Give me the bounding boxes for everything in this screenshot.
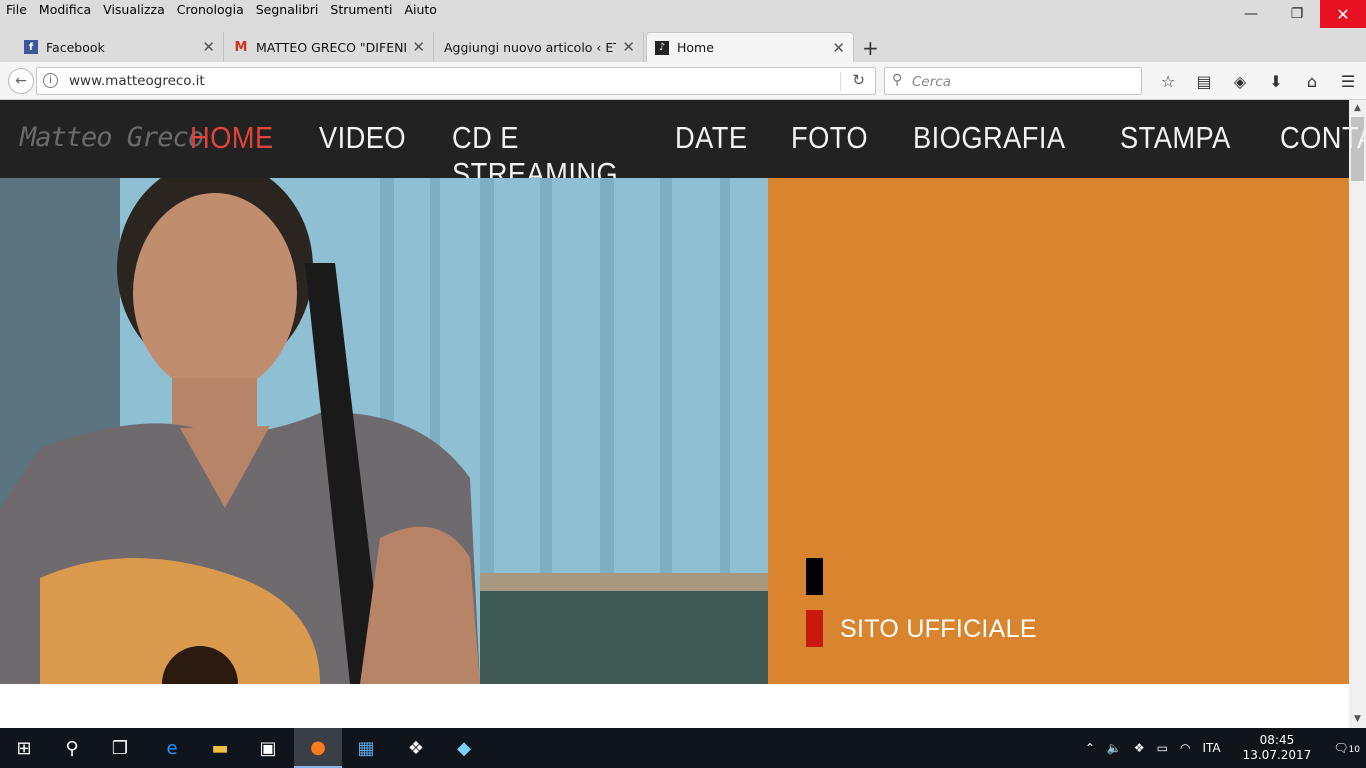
tab-home[interactable]: ♪ Home ✕ — [646, 32, 854, 62]
toolbar-icons: ☆ ▤ ◈ ⬇ ⌂ ☰ — [1150, 62, 1366, 100]
search-input[interactable]: ⚲ Cerca — [884, 67, 1142, 95]
restore-button[interactable]: ❐ — [1274, 0, 1320, 28]
minimize-button[interactable]: — — [1228, 0, 1274, 28]
dropbox-tray-icon[interactable]: ❖ — [1134, 741, 1145, 755]
notification-center-icon[interactable]: 🗨10 — [1333, 741, 1360, 755]
wifi-icon[interactable]: ◠ — [1180, 741, 1190, 755]
menu-segnalibri[interactable]: Segnalibri — [250, 0, 325, 17]
navigation-bar: ← i www.matteogreco.it ↻ ⚲ Cerca ☆ ▤ ◈ ⬇… — [0, 62, 1366, 100]
tab-facebook[interactable]: f Facebook ✕ — [16, 32, 224, 62]
back-arrow-icon[interactable]: ← — [8, 68, 34, 94]
volume-icon[interactable]: 🔈 — [1107, 741, 1122, 755]
close-window-button[interactable]: ✕ — [1320, 0, 1366, 28]
app-icon[interactable]: ▦ — [342, 728, 390, 768]
new-tab-icon[interactable]: + — [862, 36, 879, 60]
search-icon[interactable]: ⚲ — [48, 728, 96, 768]
clock-time: 08:45 — [1259, 733, 1295, 747]
tab-gmail[interactable]: M MATTEO GRECO "DIFENDIAMO ✕ — [226, 32, 434, 62]
close-tab-icon[interactable]: ✕ — [832, 39, 845, 57]
close-tab-icon[interactable]: ✕ — [622, 38, 635, 56]
tagline: SITO UFFICIALE — [840, 615, 1037, 643]
clock-date: 13.07.2017 — [1242, 748, 1312, 762]
tab-title: MATTEO GRECO "DIFENDIAMO — [256, 39, 406, 55]
divider — [840, 72, 841, 91]
site-favicon-icon: ♪ — [655, 40, 669, 55]
firefox-icon[interactable]: ● — [294, 728, 342, 768]
reading-list-icon[interactable]: ▤ — [1186, 72, 1222, 91]
scroll-up-arrow-icon[interactable]: ▲ — [1349, 100, 1366, 117]
file-explorer-icon[interactable]: ▬ — [196, 728, 244, 768]
dropbox-icon[interactable]: ❖ — [392, 728, 440, 768]
page-scrollbar[interactable]: ▲ ▼ — [1349, 100, 1366, 728]
tab-eticinema[interactable]: Aggiungi nuovo articolo ‹ ETiCinema ✕ — [436, 32, 644, 62]
reload-icon[interactable]: ↻ — [852, 71, 865, 89]
menu-bar: File Modifica Visualizza Cronologia Segn… — [0, 0, 1366, 30]
tab-title: Aggiungi nuovo articolo ‹ ETiCinema — [444, 39, 616, 55]
windows-start-icon[interactable]: ⊞ — [0, 728, 48, 768]
chevron-up-icon[interactable]: ⌃ — [1085, 741, 1095, 755]
notification-count: 10 — [1348, 745, 1360, 755]
scroll-down-arrow-icon[interactable]: ▼ — [1349, 711, 1366, 728]
hero-illustration — [0, 178, 768, 684]
hamburger-menu-icon[interactable]: ☰ — [1330, 72, 1366, 91]
taskbar: ⊞ ⚲ ❐ e ▬ ▣ ● ▦ ❖ ◆ ⌃ 🔈 ❖ ▭ ◠ ITA 08:45 … — [0, 728, 1366, 768]
app2-icon[interactable]: ◆ — [440, 728, 488, 768]
menu-file[interactable]: File — [0, 0, 33, 17]
home-icon[interactable]: ⌂ — [1294, 72, 1330, 91]
red-marker — [806, 610, 823, 647]
language-indicator[interactable]: ITA — [1202, 741, 1220, 755]
site-logo[interactable]: Matteo Greco — [20, 122, 204, 153]
tab-bar: f Facebook ✕ M MATTEO GRECO "DIFENDIAMO … — [0, 30, 1366, 62]
tab-title: Home — [677, 40, 714, 55]
bookmark-star-icon[interactable]: ☆ — [1150, 72, 1186, 91]
close-tab-icon[interactable]: ✕ — [412, 38, 425, 56]
clock[interactable]: 08:45 13.07.2017 — [1237, 733, 1318, 763]
site-header: Matteo Greco HOME VIDEO CD E STREAMING D… — [0, 100, 1366, 191]
pocket-icon[interactable]: ◈ — [1222, 72, 1258, 91]
download-icon[interactable]: ⬇ — [1258, 72, 1294, 91]
menu-visualizza[interactable]: Visualizza — [97, 0, 171, 17]
edge-icon[interactable]: e — [148, 728, 196, 768]
menu-strumenti[interactable]: Strumenti — [324, 0, 398, 17]
menu-aiuto[interactable]: Aiuto — [398, 0, 443, 17]
url-text[interactable]: www.matteogreco.it — [69, 73, 205, 89]
info-icon[interactable]: i — [43, 73, 58, 88]
tab-title: Facebook — [46, 39, 105, 55]
battery-icon[interactable]: ▭ — [1157, 741, 1168, 755]
task-view-icon[interactable]: ❐ — [96, 728, 144, 768]
address-bar[interactable]: i www.matteogreco.it ↻ — [36, 67, 876, 95]
facebook-icon: f — [24, 40, 38, 54]
window-controls: — ❐ ✕ — [1228, 0, 1366, 28]
hero-panel — [768, 178, 1349, 684]
menu-cronologia[interactable]: Cronologia — [171, 0, 250, 17]
close-tab-icon[interactable]: ✕ — [202, 38, 215, 56]
search-placeholder: Cerca — [912, 74, 951, 90]
hero-photo — [0, 178, 768, 684]
black-marker — [806, 558, 823, 595]
search-icon: ⚲ — [892, 72, 903, 88]
system-tray: ⌃ 🔈 ❖ ▭ ◠ ITA 08:45 13.07.2017 🗨10 — [1079, 728, 1366, 768]
store-icon[interactable]: ▣ — [244, 728, 292, 768]
menu-modifica[interactable]: Modifica — [33, 0, 97, 17]
gmail-icon: M — [234, 39, 248, 55]
